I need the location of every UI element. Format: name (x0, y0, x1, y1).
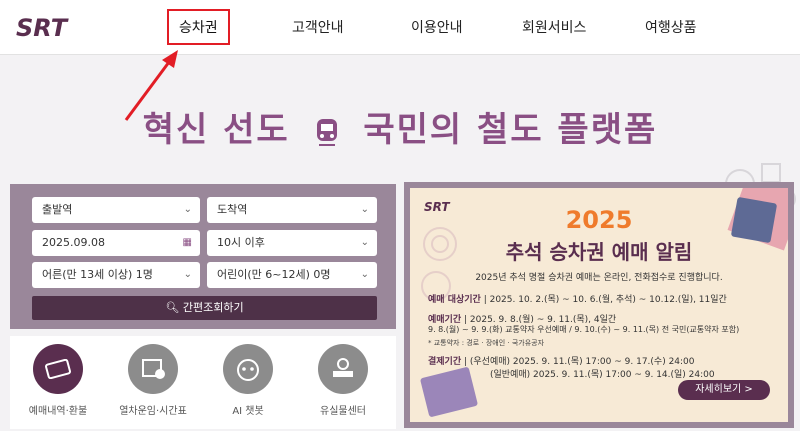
train-icon (316, 119, 337, 146)
book-illustration (419, 366, 479, 418)
payment-line: 결제기간 | (우선예매) 2025. 9. 11.(목) 17:00 ~ 9.… (428, 357, 695, 367)
promo-banner[interactable]: SRT 2025 추석 승차권 예매 알림 2025년 추석 명절 승차권 예매… (404, 182, 794, 428)
hero-title-right: 국민의 철도 플랫폼 (363, 110, 658, 150)
banner-note: * 교통약자 : 경로 · 장애인 · 국가유공자 (428, 339, 545, 347)
banner-title: 추석 승차권 예매 알림 (505, 240, 693, 264)
srt-logo[interactable]: SRT (14, 12, 84, 42)
adult-count-value: 어른(만 13세 이상) 1명 (42, 268, 153, 281)
hero-title: 혁신 선도 국민의 철도 플랫폼 (0, 102, 800, 151)
hero-title-left: 혁신 선도 (142, 110, 290, 150)
svg-text:SRT: SRT (16, 14, 69, 42)
quick-menu-label: AI 챗봇 (232, 406, 264, 417)
period-label: 예매 대상기간 (428, 295, 481, 305)
more-details-button[interactable]: 자세히보기 > (678, 380, 770, 400)
arrival-select[interactable]: 도착역 ⌄ (207, 197, 377, 223)
quick-menu-label: 열차운임·시간표 (119, 406, 187, 417)
calendar-icon[interactable]: ▦ (183, 230, 192, 256)
adult-count-select[interactable]: 어른(만 13세 이상) 1명 ⌄ (32, 262, 200, 288)
nav-tickets[interactable]: 승차권 (167, 9, 230, 45)
quick-search-button[interactable]: 🔍︎ 간편조회하기 (32, 296, 377, 320)
nav-customer-guide[interactable]: 고객안내 (292, 17, 344, 37)
banner-year: 2025 (565, 206, 633, 234)
payment-text: (우선예매) 2025. 9. 11.(목) 17:00 ~ 9. 17.(수)… (469, 357, 695, 367)
site-header: SRT 승차권 고객안내 이용안내 회원서비스 여행상품 (0, 0, 800, 55)
quick-search-label: 간편조회하기 (182, 301, 244, 314)
search-icon: 🔍︎ (165, 301, 180, 314)
lost-found-icon (318, 344, 368, 394)
chevron-down-icon: ⌄ (360, 237, 369, 248)
quick-menu-label: 유실물센터 (320, 406, 366, 417)
ticket-icon (33, 344, 83, 394)
child-count-value: 어린이(만 6~12세) 0명 (217, 268, 331, 281)
quick-menu-timetable[interactable]: 열차운임·시간표 (108, 344, 198, 417)
period-line: 예매 대상기간 | 2025. 10. 2.(목) ~ 10. 6.(월, 추석… (428, 295, 727, 305)
quick-menu: 예매내역·환불 열차운임·시간표 AI 챗봇 유실물센터 (10, 336, 396, 429)
quick-menu-ai-chatbot[interactable]: AI 챗봇 (203, 344, 293, 417)
nav-travel-products[interactable]: 여행상품 (645, 17, 697, 37)
nav-usage-guide[interactable]: 이용안내 (411, 17, 463, 37)
period-text: 2025. 10. 2.(목) ~ 10. 6.(월, 추석) ~ 10.12.… (489, 295, 727, 305)
hero-section: 혁신 선도 국민의 철도 플랫폼 (0, 54, 800, 210)
chatbot-icon (223, 344, 273, 394)
chevron-down-icon: ⌄ (360, 204, 369, 215)
chevron-down-icon: ⌄ (360, 269, 369, 280)
departure-select[interactable]: 출발역 ⌄ (32, 197, 200, 223)
timetable-icon (128, 344, 178, 394)
banner-subtitle: 2025년 추석 명절 승차권 예매는 온라인, 전화접수로 진행합니다. (475, 273, 723, 283)
child-count-select[interactable]: 어린이(만 6~12세) 0명 ⌄ (207, 262, 377, 288)
payment-text-general: (일반예매) 2025. 9. 11.(목) 17:00 ~ 9. 14.(일)… (490, 370, 715, 380)
departure-label: 출발역 (42, 203, 73, 216)
time-select[interactable]: 10시 이후 ⌄ (207, 230, 377, 256)
date-picker[interactable]: 2025.09.08 ▦ (32, 230, 200, 256)
nav-member-service[interactable]: 회원서비스 (522, 17, 586, 37)
arrival-label: 도착역 (217, 203, 248, 216)
quick-menu-label: 예매내역·환불 (28, 406, 88, 417)
time-value: 10시 이후 (217, 236, 265, 249)
payment-label: 결제기간 (428, 357, 462, 367)
quick-menu-lost-found[interactable]: 유실물센터 (298, 344, 388, 417)
date-value: 2025.09.08 (42, 236, 105, 249)
booking-text-detail: 9. 8.(월) ~ 9. 9.(화) 교통약자 우선예매 / 9. 10.(수… (428, 325, 740, 334)
quick-menu-reservations[interactable]: 예매내역·환불 (13, 344, 103, 417)
quick-booking-panel: 출발역 ⌄ 도착역 ⌄ 2025.09.08 ▦ 10시 이후 ⌄ 어른(만 1… (10, 184, 396, 329)
chevron-down-icon: ⌄ (183, 269, 192, 280)
chevron-down-icon: ⌄ (183, 204, 192, 215)
chuseok-ticket-notice: SRT 2025 추석 승차권 예매 알림 2025년 추석 명절 승차권 예매… (410, 188, 788, 422)
